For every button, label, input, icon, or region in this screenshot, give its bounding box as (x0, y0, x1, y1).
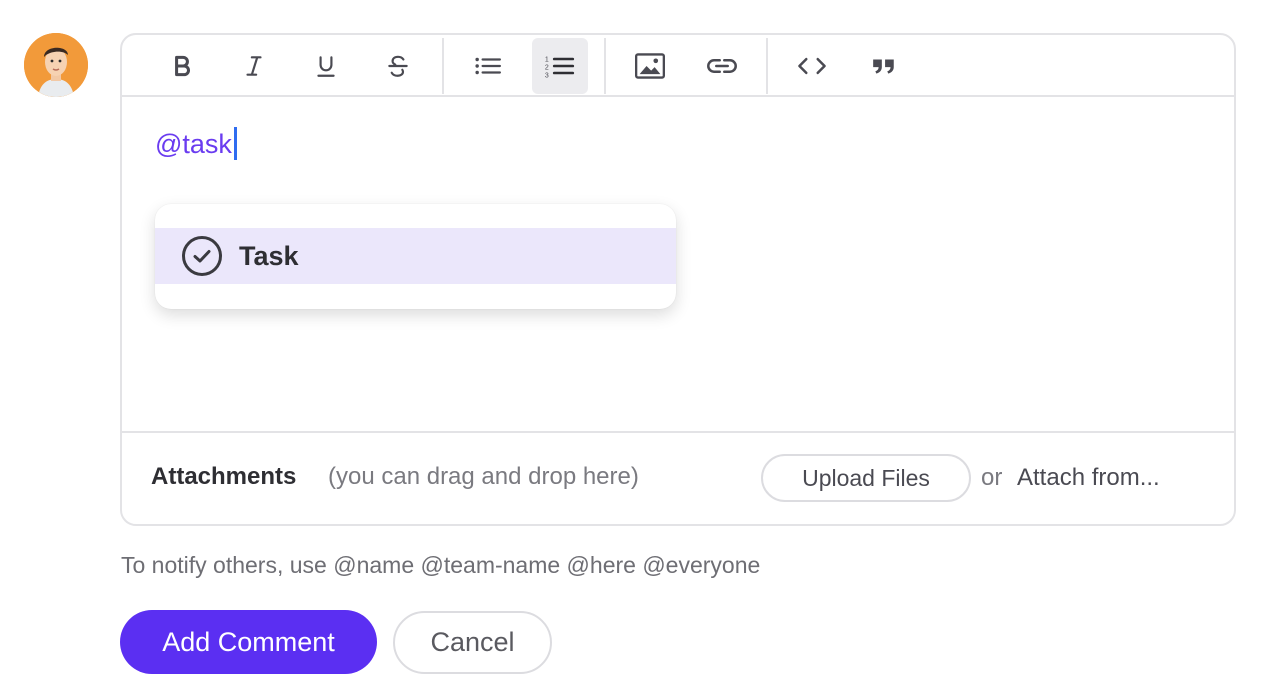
attachments-title: Attachments (151, 463, 297, 490)
toolbar-divider (766, 38, 768, 94)
italic-icon (246, 56, 262, 76)
avatar-icon (24, 33, 88, 97)
numbered-list-icon: 1 2 3 (545, 56, 575, 80)
image-button[interactable] (622, 38, 678, 94)
bulleted-list-icon (475, 57, 501, 75)
quote-icon (873, 59, 894, 74)
link-button[interactable] (694, 38, 750, 94)
mention-suggestions: Task (155, 204, 676, 309)
bold-button[interactable] (154, 38, 210, 94)
strikethrough-button[interactable] (370, 38, 426, 94)
underline-icon (317, 56, 335, 77)
quote-button[interactable] (856, 38, 912, 94)
underline-button[interactable] (298, 38, 354, 94)
user-avatar[interactable] (24, 33, 88, 97)
svg-text:3: 3 (545, 73, 549, 80)
attach-from-link[interactable]: Attach from... (1017, 464, 1160, 492)
svg-text:2: 2 (545, 65, 549, 72)
toolbar-divider (604, 38, 606, 94)
suggestion-item-task[interactable]: Task (155, 228, 676, 284)
suggestion-label: Task (239, 240, 299, 271)
toolbar-divider (442, 38, 444, 94)
image-icon (635, 53, 665, 79)
link-icon (707, 59, 737, 73)
numbered-list-button[interactable]: 1 2 3 (532, 38, 588, 94)
check-circle-icon (181, 235, 223, 277)
mention-text: @task (155, 129, 232, 159)
italic-button[interactable] (226, 38, 282, 94)
code-icon (798, 57, 826, 75)
editor-content[interactable]: @task Task (122, 97, 1234, 431)
upload-files-button[interactable]: Upload Files (761, 454, 971, 502)
code-button[interactable] (784, 38, 840, 94)
attachments-hint: (you can drag and drop here) (328, 463, 639, 490)
notify-hint: To notify others, use @name @team-name @… (121, 552, 761, 578)
cancel-button[interactable]: Cancel (393, 611, 552, 674)
strikethrough-icon (388, 55, 408, 77)
bulleted-list-button[interactable] (460, 38, 516, 94)
or-text: or (981, 464, 1003, 491)
svg-text:1: 1 (545, 56, 549, 63)
bold-icon (175, 55, 190, 77)
add-comment-button[interactable]: Add Comment (120, 610, 377, 674)
formatting-toolbar: 1 2 3 (122, 35, 1234, 97)
comment-editor: 1 2 3 @task Task Attachments (you can dr… (120, 33, 1236, 526)
text-caret (234, 127, 237, 160)
attachments-bar: Attachments (you can drag and drop here)… (122, 431, 1234, 524)
